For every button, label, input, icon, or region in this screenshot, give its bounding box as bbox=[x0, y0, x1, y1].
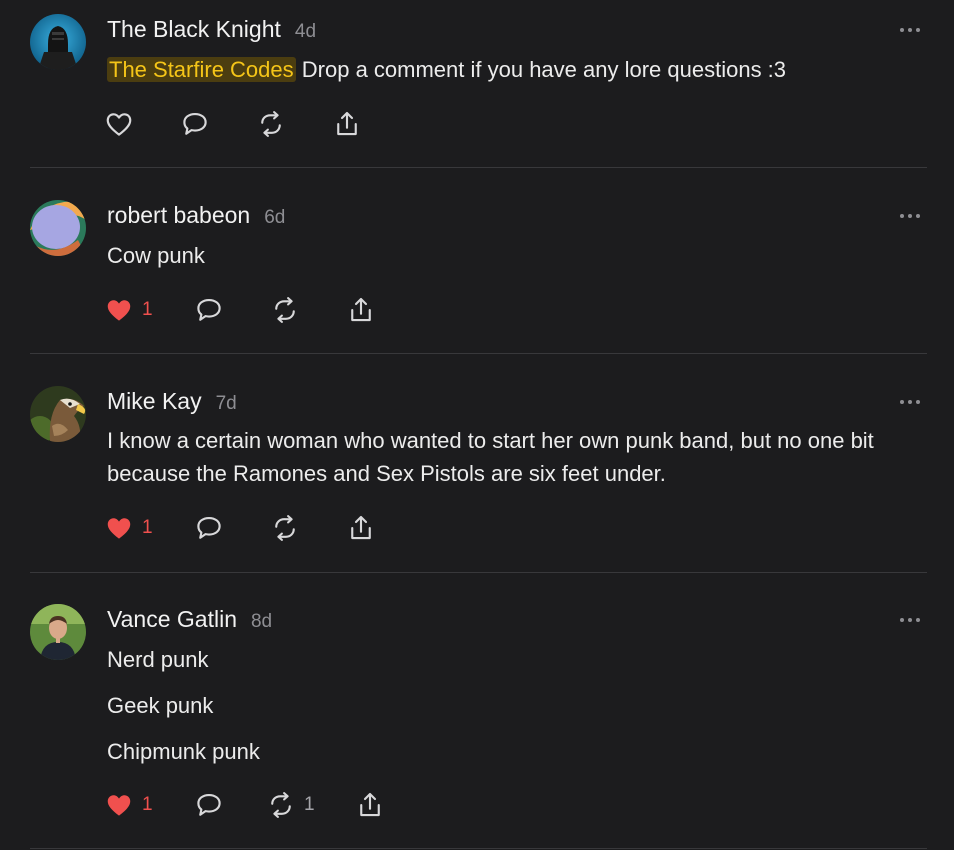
reply-button[interactable] bbox=[194, 789, 224, 821]
like-button[interactable]: 1 bbox=[104, 512, 153, 544]
share-button[interactable] bbox=[355, 789, 385, 821]
comment-text: I know a certain woman who wanted to sta… bbox=[107, 428, 874, 486]
more-horizontal-icon bbox=[900, 400, 920, 404]
comment-body: I know a certain woman who wanted to sta… bbox=[107, 424, 907, 490]
reply-button[interactable] bbox=[180, 108, 210, 140]
timestamp[interactable]: 4d bbox=[295, 21, 316, 43]
heart-icon bbox=[106, 113, 132, 136]
divider bbox=[30, 572, 927, 573]
speech-bubble-icon bbox=[197, 298, 221, 321]
comment-line: Chipmunk punk bbox=[107, 739, 260, 764]
heart-icon bbox=[107, 300, 131, 321]
speech-bubble-icon bbox=[183, 112, 207, 135]
comment-text: Drop a comment if you have any lore ques… bbox=[301, 57, 787, 82]
more-options-button[interactable] bbox=[894, 208, 926, 224]
avatar[interactable] bbox=[30, 604, 86, 660]
author-name[interactable]: Vance Gatlin bbox=[107, 606, 237, 633]
heart-icon bbox=[107, 518, 131, 539]
repost-icon bbox=[275, 515, 295, 541]
author-name[interactable]: Mike Kay bbox=[107, 388, 202, 415]
avatar[interactable] bbox=[30, 200, 86, 256]
more-horizontal-icon bbox=[900, 618, 920, 622]
like-button[interactable]: 1 bbox=[104, 294, 153, 326]
repost-icon bbox=[271, 792, 291, 818]
like-button[interactable]: 1 bbox=[104, 789, 153, 821]
comment-body: Cow punk bbox=[107, 239, 907, 272]
comment-feed: The Black Knight 4d The Starfire Codes D… bbox=[0, 0, 954, 850]
comment-body: Nerd punk Geek punk Chipmunk punk bbox=[107, 643, 907, 768]
comment-text: Cow punk bbox=[107, 243, 205, 268]
repost-button[interactable] bbox=[256, 108, 286, 140]
divider bbox=[30, 353, 927, 354]
highlighted-link[interactable]: The Starfire Codes bbox=[107, 57, 296, 82]
timestamp[interactable]: 8d bbox=[251, 611, 272, 633]
comment-line: Nerd punk bbox=[107, 647, 209, 672]
reply-button[interactable] bbox=[194, 512, 224, 544]
comment-header: Mike Kay 7d bbox=[107, 388, 237, 415]
repost-button[interactable] bbox=[270, 512, 300, 544]
share-icon bbox=[351, 515, 371, 540]
like-count: 1 bbox=[142, 299, 153, 320]
repost-icon bbox=[275, 297, 295, 323]
like-count: 1 bbox=[142, 794, 153, 815]
speech-bubble-icon bbox=[197, 793, 221, 816]
comment-header: Vance Gatlin 8d bbox=[107, 606, 272, 633]
more-options-button[interactable] bbox=[894, 394, 926, 410]
like-button[interactable] bbox=[104, 108, 134, 140]
comment-body: The Starfire Codes Drop a comment if you… bbox=[107, 53, 907, 86]
share-button[interactable] bbox=[346, 294, 376, 326]
speech-bubble-icon bbox=[197, 516, 221, 539]
more-options-button[interactable] bbox=[894, 612, 926, 628]
share-icon bbox=[337, 111, 357, 136]
repost-button[interactable] bbox=[270, 294, 300, 326]
comment-header: The Black Knight 4d bbox=[107, 16, 316, 43]
share-button[interactable] bbox=[346, 512, 376, 544]
like-count: 1 bbox=[142, 517, 153, 538]
more-horizontal-icon bbox=[900, 214, 920, 218]
divider bbox=[30, 167, 927, 168]
avatar[interactable] bbox=[30, 14, 86, 70]
share-icon bbox=[351, 297, 371, 322]
repost-count: 1 bbox=[304, 794, 315, 815]
repost-icon bbox=[261, 111, 281, 137]
author-name[interactable]: robert babeon bbox=[107, 202, 250, 229]
share-button[interactable] bbox=[332, 108, 362, 140]
timestamp[interactable]: 7d bbox=[216, 393, 237, 415]
divider bbox=[30, 848, 927, 849]
comment-header: robert babeon 6d bbox=[107, 202, 285, 229]
share-icon bbox=[360, 792, 380, 817]
comment-line: Geek punk bbox=[107, 693, 214, 718]
timestamp[interactable]: 6d bbox=[264, 207, 285, 229]
repost-button[interactable]: 1 bbox=[266, 789, 315, 821]
author-name[interactable]: The Black Knight bbox=[107, 16, 281, 43]
avatar[interactable] bbox=[30, 386, 86, 442]
heart-icon bbox=[107, 795, 131, 816]
reply-button[interactable] bbox=[194, 294, 224, 326]
more-options-button[interactable] bbox=[894, 22, 926, 38]
more-horizontal-icon bbox=[900, 28, 920, 32]
